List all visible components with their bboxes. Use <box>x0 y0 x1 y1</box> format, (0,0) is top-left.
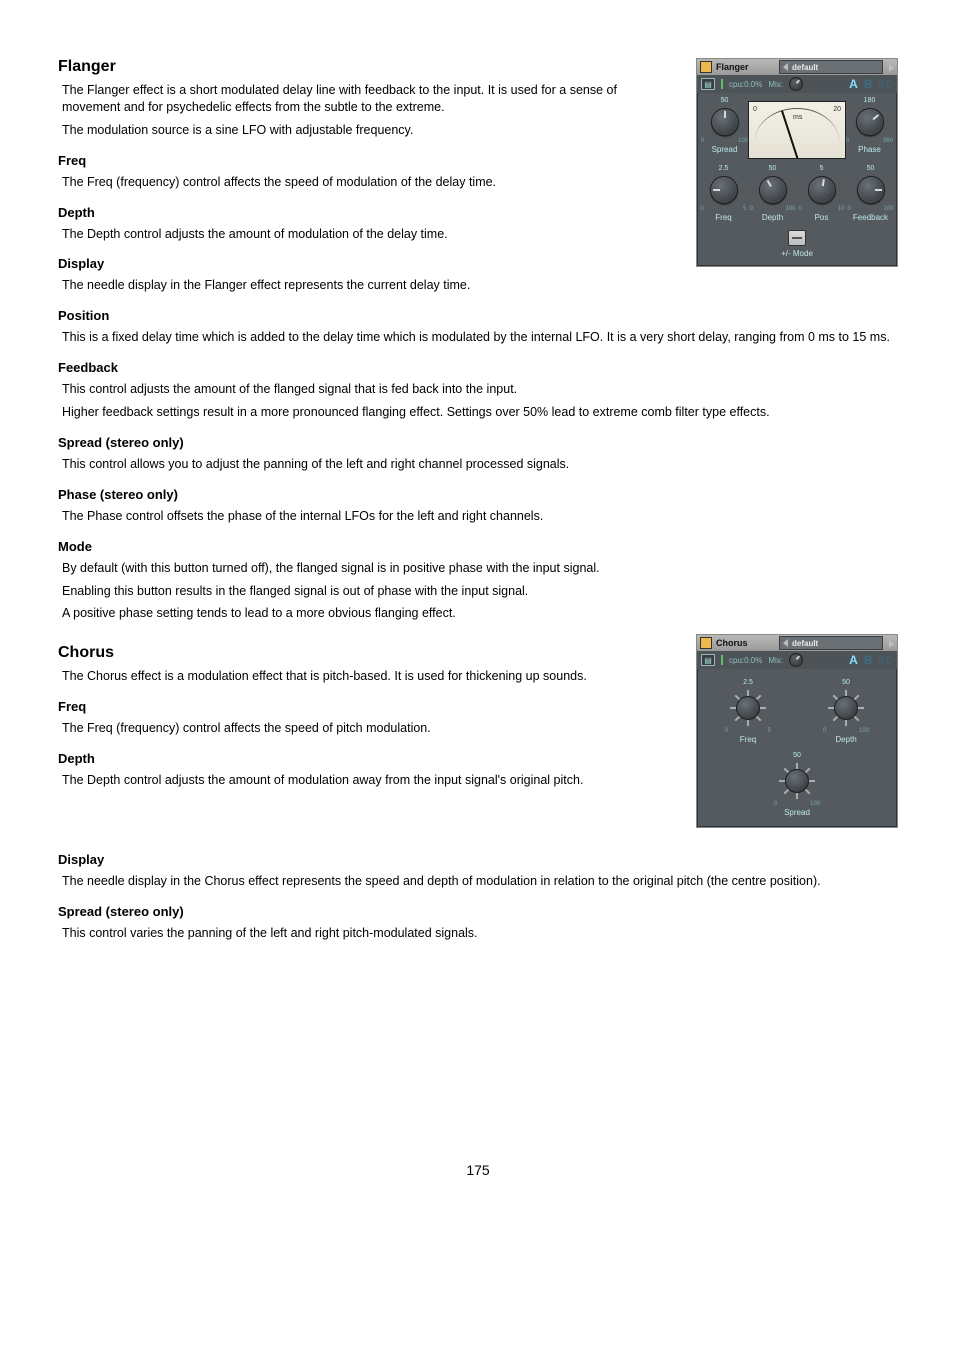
body-text: Higher feedback settings result in a mor… <box>62 404 898 421</box>
mix-label: Mix: <box>768 80 783 89</box>
ab-compare-a[interactable]: A <box>849 653 858 667</box>
plugin-view-icon[interactable]: ▤ <box>701 654 715 666</box>
cpu-readout: cpu:0.0% <box>729 80 762 89</box>
chorus-spread-heading: Spread (stereo only) <box>58 904 898 919</box>
body-text: A positive phase setting tends to lead t… <box>62 605 898 622</box>
mix-label: Mix: <box>768 656 783 665</box>
chorus-freq-knob[interactable] <box>730 690 766 726</box>
pos-knob[interactable] <box>808 176 836 204</box>
chorus-spread-value: 50 <box>793 752 801 760</box>
meter-max: 20 <box>833 106 841 113</box>
body-text: By default (with this button turned off)… <box>62 560 898 577</box>
flanger-spread-heading: Spread (stereo only) <box>58 435 898 450</box>
plugin-view-icon[interactable]: ▤ <box>701 78 715 90</box>
preset-name: default <box>792 63 818 72</box>
plugin-toolbar: ▤ cpu:0.0% Mix: A B SC <box>697 651 897 669</box>
body-text: This control adjusts the amount of the f… <box>62 381 898 398</box>
feedback-value: 50 <box>867 165 875 173</box>
chorus-depth-value: 50 <box>842 679 850 687</box>
ab-compare-a[interactable]: A <box>849 77 858 91</box>
plugin-enable-icon[interactable] <box>700 61 712 73</box>
mix-knob[interactable] <box>789 77 803 91</box>
sidechain-button[interactable]: SC <box>878 655 893 665</box>
ab-compare-b[interactable]: B <box>864 653 873 667</box>
plugin-name: Chorus <box>716 638 748 648</box>
body-text: This is a fixed delay time which is adde… <box>62 329 898 346</box>
feedback-knob-label: Feedback <box>853 213 888 222</box>
pos-knob-label: Pos <box>815 213 829 222</box>
spread-knob-label: Spread <box>712 145 738 154</box>
phase-knob-label: Phase <box>858 145 881 154</box>
flanger-position-heading: Position <box>58 308 898 323</box>
plugin-titlebar: Flanger default <box>697 59 897 75</box>
delay-meter: 0 20 ms <box>748 101 846 159</box>
chorus-depth-label: Depth <box>835 735 856 744</box>
body-text: This control varies the panning of the l… <box>62 925 898 942</box>
chorus-depth-knob[interactable] <box>828 690 864 726</box>
depth-knob[interactable] <box>759 176 787 204</box>
flanger-feedback-heading: Feedback <box>58 360 898 375</box>
depth-knob-label: Depth <box>762 213 783 222</box>
chorus-plugin-panel: Chorus default ▤ cpu:0.0% Mix: A B SC <box>696 634 898 828</box>
plugin-titlebar: Chorus default <box>697 635 897 651</box>
body-text: This control allows you to adjust the pa… <box>62 456 898 473</box>
freq-value: 2.5 <box>719 165 729 173</box>
mix-knob[interactable] <box>789 653 803 667</box>
preset-next-icon[interactable] <box>889 640 894 648</box>
pos-value: 5 <box>820 165 824 173</box>
plugin-name: Flanger <box>716 62 749 72</box>
flanger-plugin-panel: Flanger default ▤ cpu:0.0% Mix: A B SC <box>696 58 898 267</box>
preset-selector[interactable]: default <box>779 60 883 74</box>
preset-name: default <box>792 639 818 648</box>
plugin-enable-icon[interactable] <box>700 637 712 649</box>
body-text: The Phase control offsets the phase of t… <box>62 508 898 525</box>
plugin-active-indicator <box>721 79 723 89</box>
spread-value: 50 <box>721 97 729 105</box>
phase-knob[interactable] <box>856 108 884 136</box>
chorus-freq-label: Freq <box>740 735 756 744</box>
cpu-readout: cpu:0.0% <box>729 656 762 665</box>
chorus-spread-label: Spread <box>784 808 810 817</box>
ab-compare-b[interactable]: B <box>864 77 873 91</box>
depth-value: 50 <box>769 165 777 173</box>
flanger-phase-heading: Phase (stereo only) <box>58 487 898 502</box>
page-number: 175 <box>58 1162 898 1178</box>
phase-value: 180 <box>864 97 876 105</box>
sidechain-button[interactable]: SC <box>878 79 893 89</box>
freq-knob-label: Freq <box>715 213 731 222</box>
plugin-toolbar: ▤ cpu:0.0% Mix: A B SC <box>697 75 897 93</box>
preset-prev-icon[interactable] <box>783 63 788 71</box>
mode-toggle-button[interactable] <box>788 230 806 246</box>
preset-next-icon[interactable] <box>889 64 894 72</box>
preset-selector[interactable]: default <box>779 636 883 650</box>
body-text: The needle display in the Flanger effect… <box>62 277 898 294</box>
meter-min: 0 <box>753 106 757 113</box>
chorus-display-heading: Display <box>58 852 898 867</box>
body-text: The needle display in the Chorus effect … <box>62 873 898 890</box>
spread-knob[interactable] <box>711 108 739 136</box>
chorus-spread-knob[interactable] <box>779 763 815 799</box>
feedback-knob[interactable] <box>857 176 885 204</box>
preset-prev-icon[interactable] <box>783 639 788 647</box>
body-text: Enabling this button results in the flan… <box>62 583 898 600</box>
plugin-active-indicator <box>721 655 723 665</box>
chorus-freq-value: 2.5 <box>743 679 753 687</box>
flanger-mode-heading: Mode <box>58 539 898 554</box>
mode-toggle-label: +/- Mode <box>781 249 813 258</box>
freq-knob[interactable] <box>710 176 738 204</box>
